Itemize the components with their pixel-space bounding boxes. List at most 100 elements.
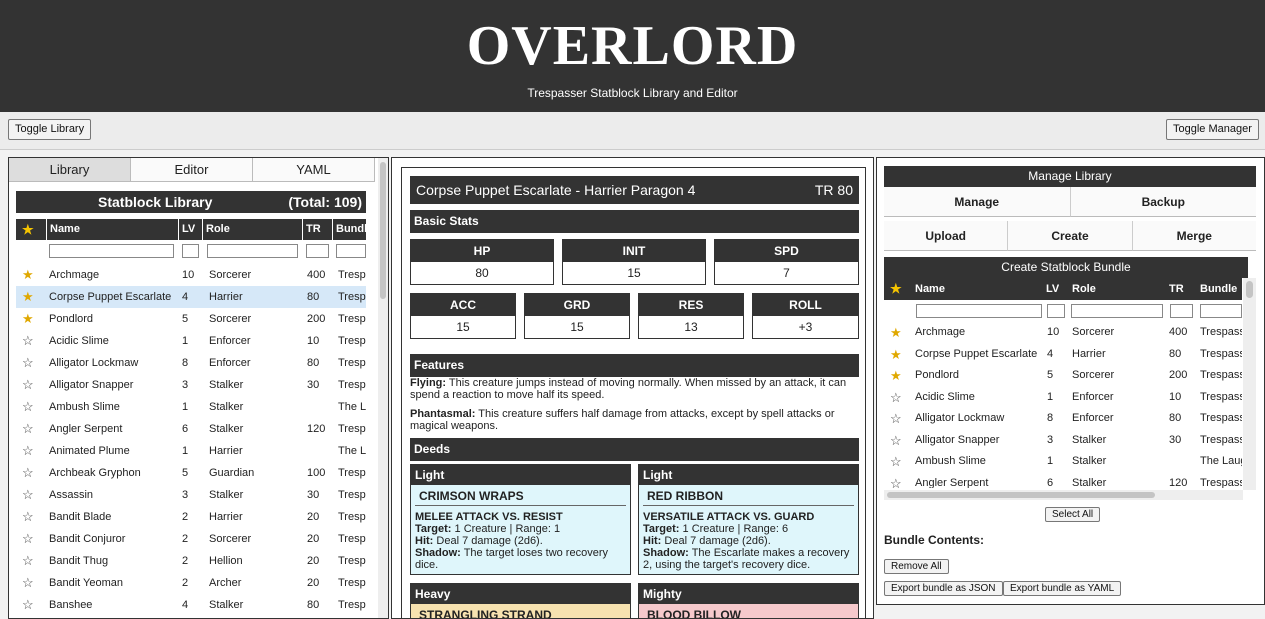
column-lv[interactable]: LV bbox=[178, 219, 195, 240]
table-row[interactable]: ☆ Bandit Conjuror 2 Sorcerer 20 Trespasser bbox=[16, 528, 366, 550]
table-row[interactable]: ☆ Alligator Lockmaw 8 Enforcer 80 Trespasser bbox=[884, 408, 1242, 429]
table-row[interactable]: ☆ Bandit Blade 2 Harrier 20 Trespasser bbox=[16, 506, 366, 528]
name-filter-input[interactable] bbox=[916, 304, 1042, 318]
favorite-star-icon[interactable]: ☆ bbox=[890, 451, 910, 472]
bundle-vscroll-thumb[interactable] bbox=[1246, 281, 1253, 298]
favorite-star-icon[interactable]: ★ bbox=[890, 344, 910, 365]
column-role[interactable]: Role bbox=[1072, 278, 1096, 300]
app-title: OVERLORD bbox=[466, 15, 799, 77]
bundle-filter-input[interactable] bbox=[1200, 304, 1242, 318]
favorite-star-icon[interactable]: ☆ bbox=[22, 352, 42, 374]
favorite-star-icon[interactable]: ☆ bbox=[22, 550, 42, 572]
column-tr[interactable]: TR bbox=[1169, 278, 1184, 300]
favorite-star-icon[interactable]: ☆ bbox=[22, 462, 42, 484]
favorite-star-icon[interactable]: ☆ bbox=[22, 484, 42, 506]
favorite-star-icon[interactable]: ★ bbox=[890, 365, 910, 386]
tab-editor[interactable]: Editor bbox=[131, 158, 253, 181]
favorite-column-icon[interactable]: ★ bbox=[22, 219, 34, 240]
table-row[interactable]: ☆ Alligator Snapper 3 Stalker 30 Trespasser bbox=[16, 374, 366, 396]
column-role[interactable]: Role bbox=[202, 219, 230, 240]
favorite-star-icon[interactable]: ★ bbox=[22, 286, 42, 308]
row-lv: 1 bbox=[1047, 390, 1054, 403]
favorite-star-icon[interactable]: ☆ bbox=[890, 430, 910, 451]
deed-hit-text: Deal 7 damage (2d6). bbox=[661, 535, 771, 547]
favorite-star-icon[interactable]: ☆ bbox=[22, 528, 42, 550]
lv-filter-input[interactable] bbox=[182, 244, 199, 258]
library-scroll-thumb[interactable] bbox=[380, 162, 386, 299]
column-bundle[interactable]: Bundle bbox=[332, 219, 366, 240]
export-json-button[interactable]: Export bundle as JSON bbox=[884, 581, 1003, 596]
table-row[interactable]: ☆ Bandit Yeoman 2 Archer 20 Trespasser bbox=[16, 572, 366, 594]
table-row[interactable]: ★ Corpse Puppet Escarlate 4 Harrier 80 Trespa… bbox=[884, 344, 1242, 365]
table-row[interactable]: ☆ Animated Plume 1 Harrier The Laughing bbox=[16, 440, 366, 462]
create-button[interactable]: Create bbox=[1008, 221, 1133, 251]
row-tr: 100 bbox=[307, 467, 326, 479]
favorite-star-icon[interactable]: ☆ bbox=[22, 572, 42, 594]
bundle-hscroll-thumb[interactable] bbox=[887, 492, 1155, 498]
export-yaml-button[interactable]: Export bundle as YAML bbox=[1003, 581, 1122, 596]
role-filter-input[interactable] bbox=[1071, 304, 1163, 318]
table-row[interactable]: ☆ Angler Serpent 6 Stalker 120 Trespasser bbox=[16, 418, 366, 440]
row-name: Bandit Blade bbox=[49, 511, 112, 523]
table-row[interactable]: ★ Corpse Puppet Escarlate 4 Harrier 80 Trespa… bbox=[16, 286, 366, 308]
library-total: (Total: 109) bbox=[288, 194, 362, 210]
tr-filter-input[interactable] bbox=[1170, 304, 1193, 318]
column-tr[interactable]: TR bbox=[302, 219, 321, 240]
row-tr: 30 bbox=[307, 379, 320, 391]
favorite-star-icon[interactable]: ☆ bbox=[890, 408, 910, 429]
tr-filter-input[interactable] bbox=[306, 244, 329, 258]
favorite-star-icon[interactable]: ☆ bbox=[22, 440, 42, 462]
favorite-star-icon[interactable]: ☆ bbox=[22, 418, 42, 440]
bundle-filter-input[interactable] bbox=[336, 244, 366, 258]
library-panel: Library Editor YAML Statblock Library (T… bbox=[8, 157, 389, 619]
favorite-star-icon[interactable]: ☆ bbox=[890, 473, 910, 489]
table-row[interactable]: ☆ Ambush Slime 1 Stalker The Laughing bbox=[16, 396, 366, 418]
table-row[interactable]: ★ Archmage 10 Sorcerer 400 Trespasser bbox=[884, 322, 1242, 343]
favorite-star-icon[interactable]: ☆ bbox=[22, 374, 42, 396]
name-filter-input[interactable] bbox=[49, 244, 174, 258]
column-name[interactable]: Name bbox=[46, 219, 80, 240]
lv-filter-input[interactable] bbox=[1047, 304, 1065, 318]
favorite-star-icon[interactable]: ☆ bbox=[22, 594, 42, 616]
deed-hit: Hit: Deal 7 damage (2d6). bbox=[639, 535, 858, 547]
favorite-column-icon[interactable]: ★ bbox=[890, 278, 902, 300]
column-lv[interactable]: LV bbox=[1046, 278, 1059, 300]
table-row[interactable]: ☆ Ambush Slime 1 Stalker The Laughing bbox=[884, 451, 1242, 472]
favorite-star-icon[interactable]: ☆ bbox=[890, 387, 910, 408]
select-all-button[interactable]: Select All bbox=[1045, 507, 1101, 522]
toggle-library-button[interactable]: Toggle Library bbox=[8, 119, 92, 140]
upload-button[interactable]: Upload bbox=[884, 221, 1009, 251]
table-row[interactable]: ☆ Acidic Slime 1 Enforcer 10 Trespasser bbox=[884, 387, 1242, 408]
tab-manage[interactable]: Manage bbox=[884, 187, 1071, 217]
table-row[interactable]: ★ Archmage 10 Sorcerer 400 Trespasser bbox=[16, 264, 366, 286]
table-row[interactable]: ☆ Archbeak Gryphon 5 Guardian 100 Trespasser bbox=[16, 462, 366, 484]
favorite-star-icon[interactable]: ★ bbox=[22, 308, 42, 330]
favorite-star-icon[interactable]: ★ bbox=[890, 322, 910, 343]
bundle-hscrollbar[interactable] bbox=[884, 490, 1243, 500]
favorite-star-icon[interactable]: ☆ bbox=[22, 330, 42, 352]
favorite-star-icon[interactable]: ☆ bbox=[22, 506, 42, 528]
row-bundle: Trespasser bbox=[338, 511, 366, 523]
column-bundle[interactable]: Bundle bbox=[1200, 278, 1237, 300]
table-row[interactable]: ★ Pondlord 5 Sorcerer 200 Trespasser bbox=[16, 308, 366, 330]
favorite-star-icon[interactable]: ☆ bbox=[22, 396, 42, 418]
tab-yaml[interactable]: YAML bbox=[253, 158, 375, 181]
merge-button[interactable]: Merge bbox=[1132, 221, 1256, 251]
favorite-star-icon[interactable]: ★ bbox=[22, 264, 42, 286]
tab-backup[interactable]: Backup bbox=[1070, 187, 1256, 217]
tab-library[interactable]: Library bbox=[9, 158, 131, 181]
role-filter-input[interactable] bbox=[207, 244, 298, 258]
table-row[interactable]: ☆ Alligator Snapper 3 Stalker 30 Trespasser bbox=[884, 430, 1242, 451]
table-row[interactable]: ☆ Banshee 4 Stalker 80 Trespasser bbox=[16, 594, 366, 616]
table-row[interactable]: ☆ Alligator Lockmaw 8 Enforcer 80 Trespasser bbox=[16, 352, 366, 374]
table-row[interactable]: ☆ Bandit Thug 2 Hellion 20 Trespasser bbox=[16, 550, 366, 572]
library-scrollbar[interactable] bbox=[378, 158, 388, 618]
remove-all-button[interactable]: Remove All bbox=[884, 559, 949, 574]
table-row[interactable]: ☆ Angler Serpent 6 Stalker 120 Trespasser bbox=[884, 473, 1242, 489]
column-name[interactable]: Name bbox=[915, 278, 945, 300]
table-row[interactable]: ☆ Assassin 3 Stalker 30 Trespasser bbox=[16, 484, 366, 506]
table-row[interactable]: ★ Pondlord 5 Sorcerer 200 Trespasser bbox=[884, 365, 1242, 386]
toggle-manager-button[interactable]: Toggle Manager bbox=[1166, 119, 1259, 140]
bundle-vscrollbar[interactable] bbox=[1243, 278, 1256, 490]
table-row[interactable]: ☆ Acidic Slime 1 Enforcer 10 Trespasser bbox=[16, 330, 366, 352]
